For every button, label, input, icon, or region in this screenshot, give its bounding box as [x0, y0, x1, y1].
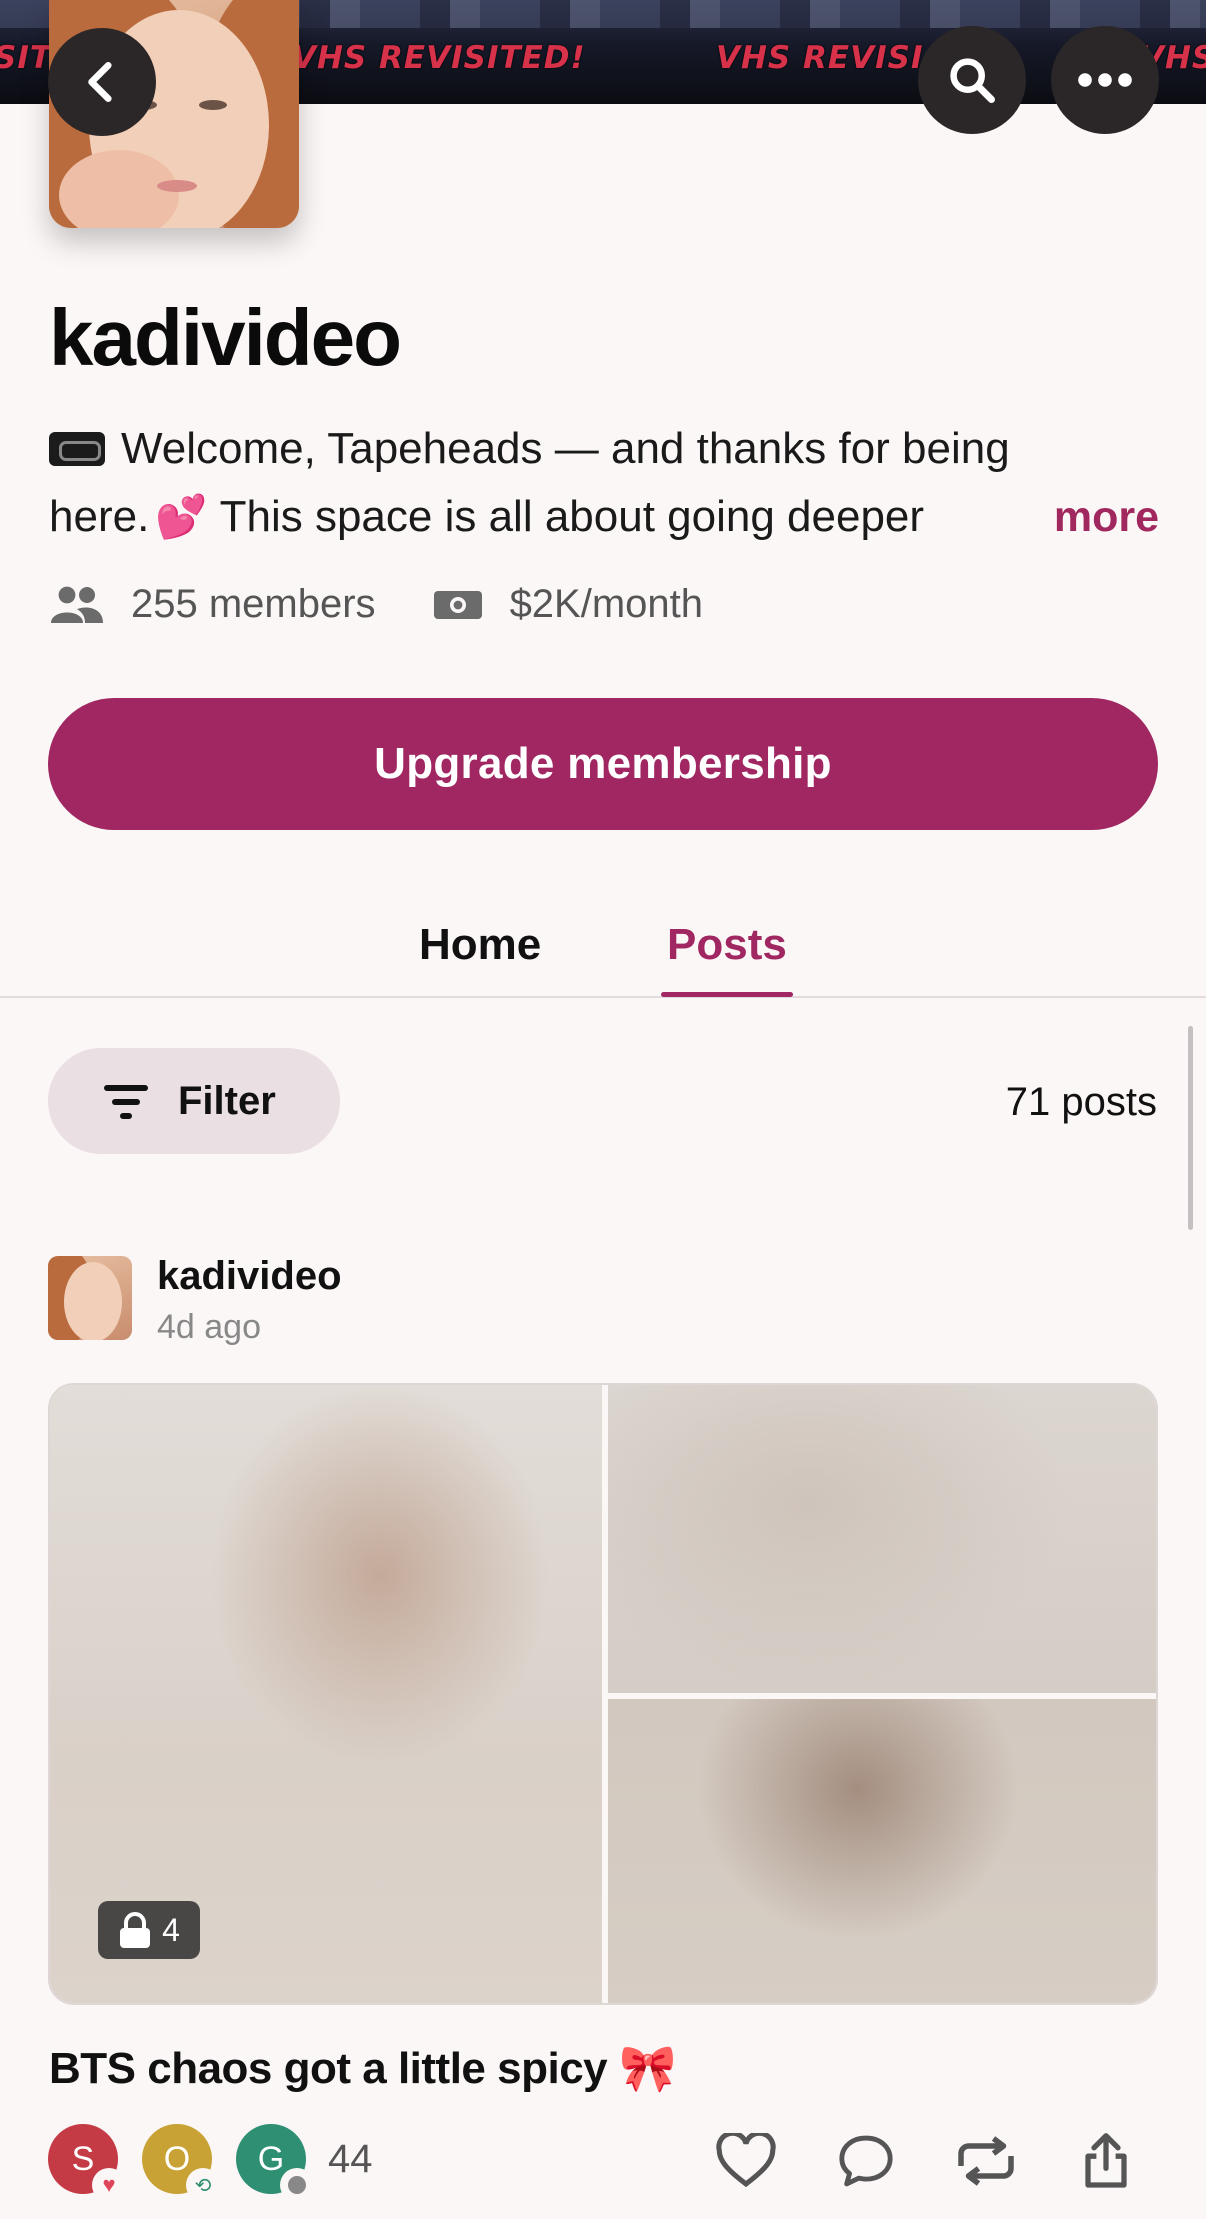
filter-label: Filter	[178, 1078, 276, 1123]
post-timestamp: 4d ago	[157, 1308, 261, 1346]
heart-icon	[716, 2133, 776, 2188]
banner-text: VHS REVISI	[716, 40, 924, 76]
comment-icon	[839, 2135, 893, 2187]
blurred-media[interactable]: 4	[50, 1385, 602, 2003]
members-count: 255 members	[131, 582, 376, 626]
ribbon-icon: 🎀	[619, 2042, 676, 2094]
earnings-stat: $2K/month	[432, 582, 703, 627]
repost-icon	[958, 2136, 1014, 2186]
comment-icon	[280, 2168, 314, 2202]
description-text: Welcome, Tapeheads — and thanks for bein…	[121, 424, 1010, 473]
banner-text: VHS REVISITED!	[292, 40, 586, 76]
blurred-media[interactable]	[608, 1385, 1156, 1693]
upgrade-membership-button[interactable]: Upgrade membership	[48, 698, 1158, 830]
search-button[interactable]	[918, 26, 1026, 134]
filter-icon	[104, 1085, 148, 1119]
creator-description: Welcome, Tapeheads — and thanks for bein…	[49, 415, 1159, 551]
like-button[interactable]	[686, 2133, 806, 2189]
tab-bar: Home Posts	[0, 880, 1206, 998]
post-title-text: BTS chaos got a little spicy	[49, 2043, 608, 2093]
search-icon	[950, 58, 995, 103]
videocassette-icon	[49, 432, 105, 466]
filter-button[interactable]: Filter	[48, 1048, 340, 1154]
description-text: This space is all about going deeper	[219, 492, 925, 541]
repost-button[interactable]	[926, 2135, 1046, 2187]
blurred-media[interactable]	[608, 1699, 1156, 2003]
reactor-avatar: S ♥	[48, 2124, 126, 2202]
locked-media-badge: 4	[98, 1901, 200, 1959]
posts-count: 71 posts	[1005, 1080, 1157, 1124]
post-reactors[interactable]: S ♥ O ⟲ G 44	[48, 2124, 373, 2202]
members-stat: 255 members	[49, 582, 376, 627]
back-button[interactable]	[48, 28, 156, 136]
more-options-button[interactable]	[1051, 26, 1159, 134]
chevron-left-icon	[88, 61, 112, 102]
heart-icon: ♥	[92, 2168, 126, 2202]
post-author-avatar[interactable]	[48, 1256, 132, 1340]
repost-icon: ⟲	[186, 2168, 220, 2202]
creator-stats: 255 members $2K/month	[49, 582, 759, 627]
reactor-avatar: O ⟲	[142, 2124, 220, 2202]
lock-icon	[120, 1912, 151, 1948]
earnings-amount: $2K/month	[509, 582, 704, 626]
tab-home[interactable]: Home	[419, 920, 541, 970]
locked-count: 4	[162, 1911, 180, 1948]
reaction-count: 44	[328, 2136, 373, 2181]
post-actions	[686, 2132, 1166, 2190]
more-link[interactable]: more	[1043, 483, 1159, 551]
post-title[interactable]: BTS chaos got a little spicy 🎀	[49, 2041, 676, 2096]
share-button[interactable]	[1046, 2132, 1166, 2190]
hearts-icon: 💕	[155, 493, 208, 540]
comment-button[interactable]	[806, 2133, 926, 2189]
post-media-grid[interactable]: 4	[48, 1383, 1158, 2005]
creator-name: kadivideo	[49, 293, 402, 382]
post-author-name[interactable]: kadivideo	[157, 1254, 342, 1299]
money-icon	[433, 590, 482, 619]
active-tab-indicator	[661, 992, 793, 997]
ellipsis-icon	[1078, 73, 1132, 87]
tab-posts[interactable]: Posts	[667, 920, 787, 970]
share-icon	[1085, 2133, 1127, 2188]
members-icon	[51, 586, 103, 623]
description-text: here.	[49, 492, 150, 541]
reactor-avatar: G	[236, 2124, 314, 2202]
scrollbar[interactable]	[1188, 1026, 1193, 1230]
